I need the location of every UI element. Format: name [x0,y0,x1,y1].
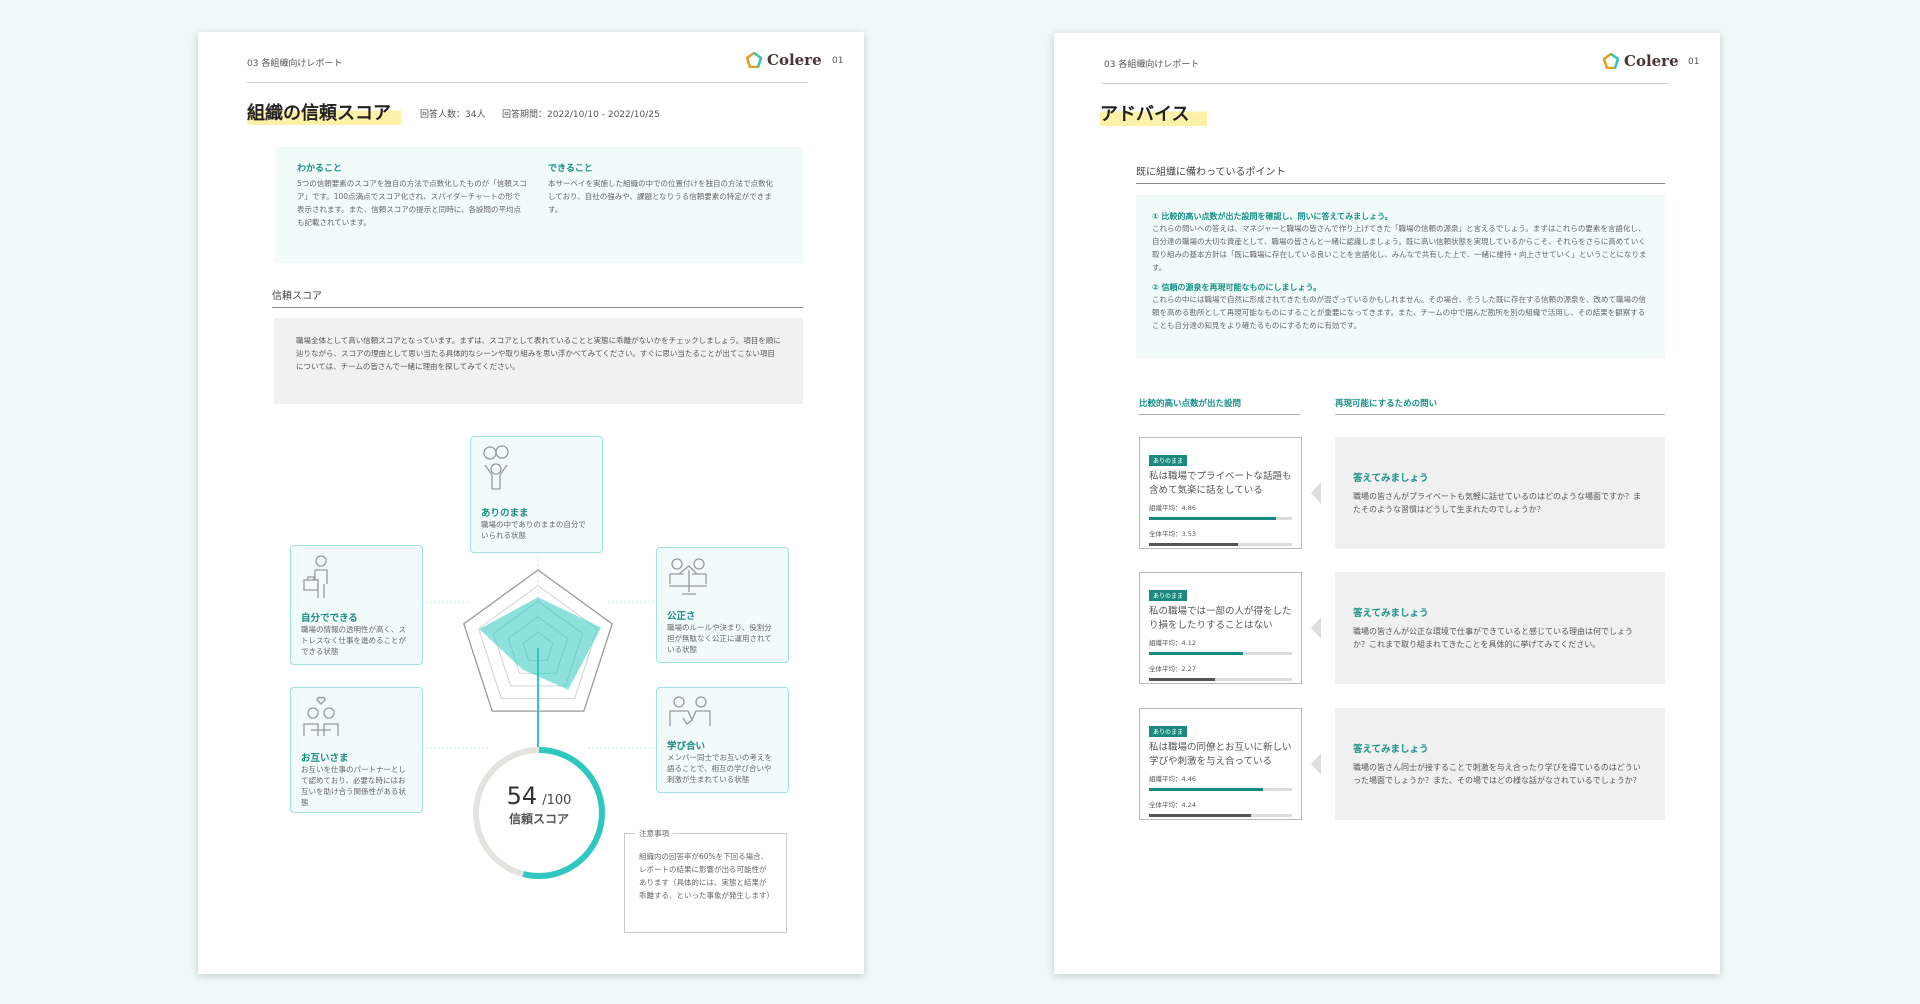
element-title: 自分でできる [301,613,358,624]
score-label: 信頼スコア [508,812,569,826]
page-title: アドバイス [1100,100,1208,126]
column-divider [1139,414,1300,415]
section-label: 03 各組織向けレポート [1104,60,1200,70]
score-readout: 54 /100 信頼スコア [468,782,610,827]
point-heading: ② 信頼の源泉を再現可能なものにしましょう。 [1152,283,1322,292]
org-average-fill [1149,788,1264,791]
report-page-trust-score: 03 各組織向けレポート Colere 01 組織の信頼スコア 回答人数：34人… [198,32,864,974]
question-text: 私は職場の同僚とお互いに新しい学びや刺激を与え合っている [1149,742,1292,767]
point-text: これらの問いへの答えは、マネジャーと職場の皆さんで作り上げてきた「職場の信頼の源… [1152,224,1647,272]
org-average-bar [1149,788,1292,791]
question-prompt-box: 答えてみましょう 職場の皆さんが公正な環境で仕事ができていると感じている理由は何… [1335,572,1665,684]
overall-average-fill [1149,543,1238,546]
person-briefcase-icon [303,555,328,598]
element-title: ありのまま [481,508,529,519]
overall-average-label: 全体平均：4.24 [1149,801,1196,809]
advice-subtitle: 既に組織に備わっているポイント [1136,167,1286,178]
overall-average-fill [1149,814,1251,817]
column-header-reproduce: 再現可能にするための問い [1335,399,1438,409]
prompt-title: 答えてみましょう [1353,608,1429,619]
logo-mark-icon [1603,53,1619,69]
element-desc: 職場の情報の透明性が高く、ストレスなく仕事を進めることができる状態 [301,625,406,656]
points-box: ① 比較的高い点数が出た設問を確認し、問いに答えてみましょう。 これらの問いへの… [1136,195,1665,358]
question-prompt-box: 答えてみましょう 職場の皆さんがプライベートも気軽に話せているのはどのような場面… [1335,437,1665,549]
point-heading: ① 比較的高い点数が出た設問を確認し、問いに答えてみましょう。 [1152,212,1393,221]
element-card-jibun-de-dekiru: 自分でできる 職場の情報の透明性が高く、ストレスなく仕事を進めることができる状態 [290,545,423,665]
people-heart-icon [303,696,339,736]
overall-average-bar [1149,678,1292,681]
org-average-fill [1149,517,1277,520]
score-value: 54 [506,782,538,810]
element-title: 学び合い [667,741,706,752]
logo-text: Colere [1624,52,1679,70]
overall-average-bar [1149,814,1292,817]
element-card-manabiai: 学び合い メンバー同士でお互いの考えを語ることで、相互の学び合いや刺激が生まれて… [656,687,789,793]
column-divider [1335,414,1665,415]
element-desc: メンバー同士でお互いの考えを語ることで、相互の学び合いや刺激が生まれている状態 [667,753,772,784]
people-holding-hands-icon [669,696,711,726]
arrow-left-icon [1311,617,1321,639]
org-average-bar [1149,517,1292,520]
prompt-text: 職場の皆さん同士が接することで刺激を与え合ったり学びを得ているのはどういった場面… [1353,763,1641,785]
prompt-text: 職場の皆さんがプライベートも気軽に話せているのはどのような場面ですか？またそのよ… [1353,492,1641,514]
header-divider [1102,83,1668,84]
element-tag: ありのまま [1149,455,1188,466]
element-desc: お互いを仕事のパートナーとして認めており、必要な時にはお互いを助け合う関係性があ… [301,765,406,807]
overall-average-fill [1149,678,1215,681]
prompt-title: 答えてみましょう [1353,473,1429,484]
element-title: お互いさま [301,753,349,764]
element-card-kouseisa: 公正さ 職場のルールや決まり、役割分担が無駄なく公正に運用されている状態 [656,547,789,663]
masks-person-icon [483,445,509,490]
subtitle-divider [1136,183,1665,184]
point-text: これらの中には職場で自然に形成されてきたものが混ざっているかもしれません。その場… [1152,295,1646,330]
question-card: ありのまま 私の職場では一部の人が得をしたり損をしたりすることはない 組織平均：… [1139,572,1302,684]
overall-average-bar [1149,543,1292,546]
scales-people-icon [669,558,707,595]
question-text: 私は職場でプライベートな話題も含めて気楽に話をしている [1149,471,1292,496]
page-number: 01 [1688,57,1700,67]
question-text: 私の職場では一部の人が得をしたり損をしたりすることはない [1149,606,1292,631]
org-average-fill [1149,652,1244,655]
radar-data-area [479,597,602,690]
prompt-text: 職場の皆さんが公正な環境で仕事ができていると感じている理由は何でしょうか？これま… [1353,627,1633,649]
org-average-label: 組織平均：4.46 [1149,775,1196,783]
question-card: ありのまま 私は職場の同僚とお互いに新しい学びや刺激を与え合っている 組織平均：… [1139,708,1302,820]
element-card-arinomama: ありのまま 職場の中でありのままの自分でいられる状態 [470,436,603,553]
overall-average-label: 全体平均：3.53 [1149,530,1196,538]
column-header-high-score: 比較的高い点数が出た設問 [1139,399,1242,409]
element-desc: 職場の中でありのままの自分でいられる状態 [481,520,586,540]
colere-logo: Colere [1603,52,1679,70]
radar-chart [463,569,613,748]
element-tag: ありのまま [1149,726,1188,737]
score-max: /100 [542,793,572,808]
note-text: 組織内の回答率が60%を下回る場合、レポートの結果に影響が出る可能性があります（… [639,852,774,900]
element-desc: 職場のルールや決まり、役割分担が無駄なく公正に運用されている状態 [667,623,772,654]
org-average-label: 組織平均：4.86 [1149,504,1196,512]
prompt-title: 答えてみましょう [1353,744,1429,755]
element-tag: ありのまま [1149,590,1188,601]
element-card-otagaisama: お互いさま お互いを仕事のパートナーとして認めており、必要な時にはお互いを助け合… [290,687,423,813]
org-average-bar [1149,652,1292,655]
overall-average-label: 全体平均：2.27 [1149,665,1196,673]
arrow-left-icon [1311,482,1321,504]
note-title: 注意事項 [635,828,673,839]
report-page-advice: 03 各組織向けレポート Colere 01 アドバイス 既に組織に備わっている… [1054,33,1720,974]
arrow-left-icon [1311,753,1321,775]
element-title: 公正さ [667,611,696,622]
org-average-label: 組織平均：4.12 [1149,639,1196,647]
question-prompt-box: 答えてみましょう 職場の皆さん同士が接することで刺激を与え合ったり学びを得ている… [1335,708,1665,820]
question-card: ありのまま 私は職場でプライベートな話題も含めて気楽に話をしている 組織平均：4… [1139,437,1302,549]
note-box: 注意事項 組織内の回答率が60%を下回る場合、レポートの結果に影響が出る可能性が… [624,828,787,933]
